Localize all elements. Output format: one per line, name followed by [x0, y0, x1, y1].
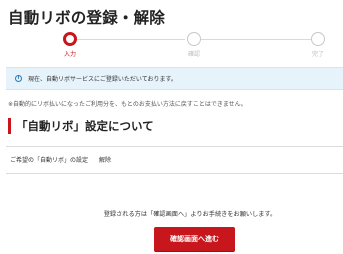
step-indicator-complete — [311, 32, 325, 46]
confirm-button[interactable]: 確認画面へ進む — [154, 227, 235, 251]
step-indicator-confirm — [187, 32, 201, 46]
setting-value: 解除 — [99, 157, 112, 164]
step-label-input: 入力 — [63, 51, 76, 58]
info-icon: i — [15, 75, 22, 82]
guide-text: 登録される方は「確認画面へ」よりお手続きをお願いします。 — [103, 211, 277, 218]
section-title: 「自動リボ」設定について — [8, 118, 154, 134]
step-connector — [77, 39, 185, 40]
registration-notice: i 現在、自動リボサービスにご登録いただいております。 — [6, 67, 343, 90]
notice-text: 現在、自動リボサービスにご登録いただいております。 — [28, 76, 177, 83]
step-label-confirm: 確認 — [187, 51, 200, 58]
step-connector — [201, 39, 311, 40]
divider-top — [6, 146, 343, 147]
setting-label: ご希望の「自動リボ」の設定 — [10, 157, 89, 164]
step-indicator-input — [63, 32, 77, 46]
page-title: 自動リボの登録・解除 — [8, 9, 166, 27]
step-label-complete: 完了 — [311, 51, 324, 58]
progress-steps: 入力 確認 完了 — [0, 32, 343, 62]
divider-bottom — [6, 173, 343, 174]
warning-note: ※自動的にリボ払いになったご利用分を、もとのお支払い方法に戻すことはできません。 — [8, 101, 247, 108]
